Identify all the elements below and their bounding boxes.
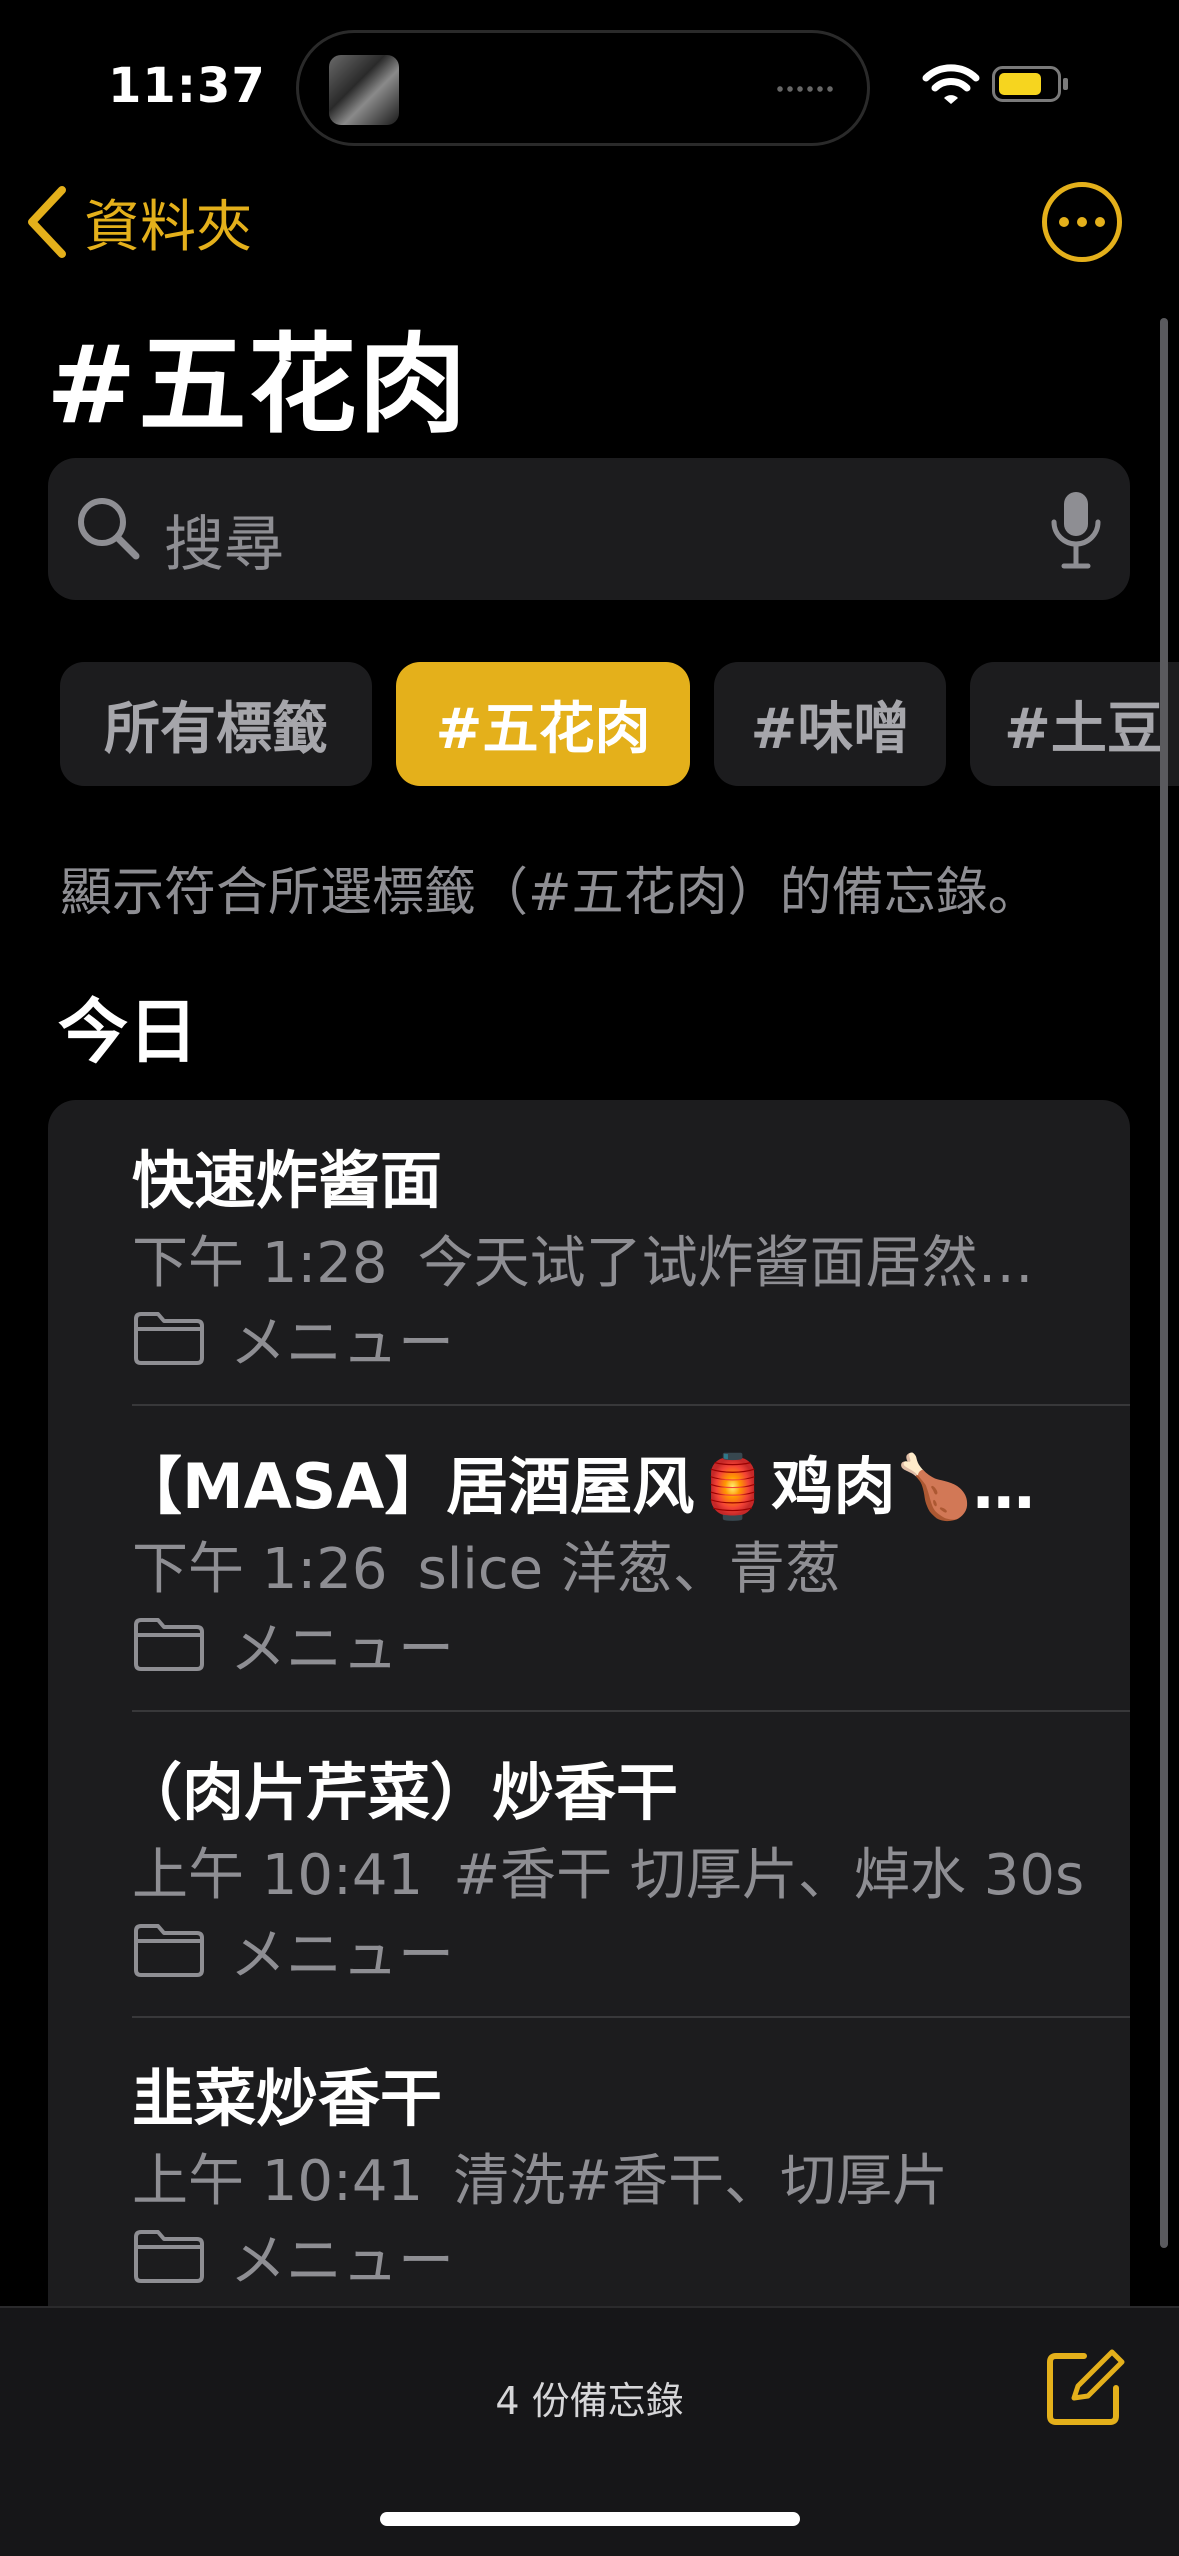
note-title: （肉片芹菜）炒香干 (120, 1756, 679, 1829)
note-meta: 下午 1:26 slice 洋葱、青葱 (132, 1524, 1112, 1605)
chevron-left-icon (28, 186, 66, 258)
folder-icon (134, 1312, 204, 1365)
tag-chip-selected[interactable]: #五花肉 (396, 662, 690, 786)
tag-chip-all[interactable]: 所有標籤 (60, 662, 372, 786)
note-folder: メニュー (132, 2216, 454, 2296)
search-placeholder: 搜尋 (164, 510, 284, 580)
note-title: 韭菜炒香干 (132, 2062, 443, 2135)
note-meta: 上午 10:41 #香干 切厚片、焯水 30s (132, 1830, 1112, 1911)
search-bar[interactable]: 搜尋 (48, 458, 1130, 600)
note-row[interactable]: 韭菜炒香干 上午 10:41 清洗#香干、切厚片 メニュー (48, 2018, 1130, 2324)
folder-icon (134, 1618, 204, 1671)
note-row[interactable]: 【MASA】居酒屋风🏮鸡肉🍗… 下午 1:26 slice 洋葱、青葱 メニュー (48, 1406, 1130, 1712)
microphone-icon[interactable] (1048, 488, 1104, 572)
status-time: 11:37 (108, 58, 266, 114)
filter-description: 顯示符合所選標籤（#五花肉）的備忘錄。 (60, 863, 1040, 923)
back-button[interactable]: 資料夾 (24, 180, 252, 264)
section-header-today: 今日 (58, 991, 198, 1073)
note-folder: メニュー (132, 1298, 454, 1378)
page-title: #五花肉 (46, 323, 469, 448)
live-activity-thumbnail (329, 55, 399, 125)
scroll-indicator[interactable] (1160, 318, 1168, 2248)
note-meta: 下午 1:28 今天试了试炸酱面居然… (132, 1218, 1112, 1299)
folder-name: メニュー (230, 1922, 454, 1988)
audio-waveform-icon (775, 85, 837, 93)
search-icon (78, 498, 140, 560)
note-count: 4 份備忘錄 (495, 2379, 684, 2423)
folder-name: メニュー (230, 2228, 454, 2294)
back-label: 資料夾 (84, 194, 252, 260)
note-folder: メニュー (132, 1604, 454, 1684)
folder-name: メニュー (230, 1616, 454, 1682)
ellipsis-icon (1059, 217, 1069, 227)
notes-list: 快速炸酱面 下午 1:28 今天试了试炸酱面居然… メニュー 【MASA】居酒屋风… (48, 1100, 1130, 2340)
folder-name: メニュー (230, 1310, 454, 1376)
compose-icon[interactable] (1044, 2346, 1126, 2428)
ellipsis-dot (1095, 217, 1105, 227)
tag-chip[interactable]: #土豆 (970, 662, 1179, 786)
battery-icon (992, 66, 1068, 102)
note-time: 上午 10:41 (132, 2149, 424, 2214)
ellipsis-dot (1077, 217, 1087, 227)
note-meta: 上午 10:41 清洗#香干、切厚片 (132, 2136, 1112, 2217)
notes-screen: 11:37 資料夾 #五花肉 搜尋 所有標籤 #五花肉 #味噌 #土豆 顯示符合… (0, 0, 1179, 2556)
tag-chip[interactable]: #味噌 (714, 662, 946, 786)
more-options-button[interactable] (1042, 182, 1122, 262)
note-preview: 今天试了试炸酱面居然… (417, 1231, 1034, 1296)
note-time: 上午 10:41 (132, 1843, 424, 1908)
note-preview: slice 洋葱、青葱 (417, 1537, 841, 1602)
folder-icon (134, 2230, 204, 2283)
note-folder: メニュー (132, 1910, 454, 1990)
note-preview: #香干 切厚片、焯水 30s (453, 1843, 1085, 1908)
note-preview: 清洗#香干、切厚片 (453, 2149, 949, 2214)
note-title: 快速炸酱面 (132, 1144, 443, 1217)
dynamic-island[interactable] (296, 30, 870, 146)
home-indicator[interactable] (380, 2512, 800, 2526)
note-row[interactable]: （肉片芹菜）炒香干 上午 10:41 #香干 切厚片、焯水 30s メニュー (48, 1712, 1130, 2018)
wifi-icon (922, 64, 980, 104)
note-title: 【MASA】居酒屋风🏮鸡肉🍗… (120, 1450, 1035, 1523)
tag-filter-bar: 所有標籤 #五花肉 #味噌 #土豆 (0, 662, 1179, 788)
folder-icon (134, 1924, 204, 1977)
note-row[interactable]: 快速炸酱面 下午 1:28 今天试了试炸酱面居然… メニュー (48, 1100, 1130, 1406)
note-time: 下午 1:26 (132, 1537, 388, 1602)
note-time: 下午 1:28 (132, 1231, 388, 1296)
